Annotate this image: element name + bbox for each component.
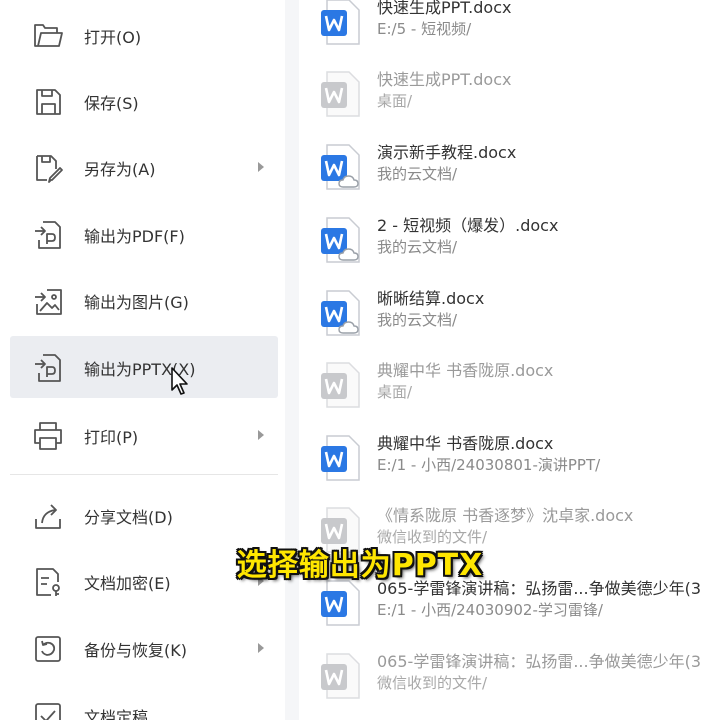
menu-item-label: 输出为图片(G) [84,293,189,312]
file-path: 我的云文档/ [377,311,458,329]
file-path: E:/1 - 小西/24030801-演讲PPT/ [377,456,601,474]
list-item[interactable]: 晰晰结算.docx 我的云文档/ [299,285,720,358]
menu-item-label: 文档定稿 [84,708,149,720]
mouse-cursor-icon [170,366,190,398]
menu-item-export-image[interactable]: 输出为图片(G) [10,269,278,331]
list-item[interactable]: 2 - 短视频（爆发）.docx 我的云文档/ [299,212,720,285]
word-doc-icon [319,434,363,482]
menu-item-label: 备份与恢复(K) [84,641,187,660]
file-menu: 打开(O) 保存(S) 另存为(A) 输出为PDF(F) 输出为图片(G) 输出… [0,0,285,720]
list-item[interactable]: 065-学雷锋演讲稿：弘扬雷...争做美德少年(3 微信收到的文件/ [299,648,720,720]
menu-item-backup-restore[interactable]: 备份与恢复(K) [10,617,278,679]
menu-item-print[interactable]: 打印(P) [10,404,278,466]
cloud-word-doc-icon [319,216,363,264]
menu-item-label: 另存为(A) [84,160,156,179]
menu-item-save-as[interactable]: 另存为(A) [10,136,278,198]
file-name: 《情系陇原 书香逐梦》沈卓家.docx [377,506,634,525]
file-name: 065-学雷锋演讲稿：弘扬雷...争做美德少年(3 [377,652,701,671]
finalize-icon [31,699,65,720]
word-doc-icon [319,579,363,627]
menu-item-export-pptx[interactable]: 输出为PPTX(X) [10,336,278,398]
file-path: E:/1 - 小西/24030902-学习雷锋/ [377,601,603,619]
file-path: 桌面/ [377,383,413,401]
menu-item-label: 打印(P) [84,428,139,447]
file-name: 晰晰结算.docx [377,289,485,308]
menu-item-label: 输出为PDF(F) [84,227,185,246]
backup-restore-icon [31,632,65,666]
file-path: 我的云文档/ [377,238,458,256]
list-item[interactable]: 演示新手教程.docx 我的云文档/ [299,139,720,212]
file-name: 演示新手教程.docx [377,143,517,162]
share-icon [31,499,65,533]
menu-item-open[interactable]: 打开(O) [10,4,278,66]
printer-icon [31,419,65,453]
file-name: 2 - 短视频（爆发）.docx [377,216,559,235]
menu-item-label: 保存(S) [84,94,139,113]
export-pdf-icon [31,218,65,252]
missing-doc-icon [319,70,363,118]
missing-doc-icon [319,361,363,409]
list-item[interactable]: 典耀中华 书香陇原.docx E:/1 - 小西/24030801-演讲PPT/ [299,430,720,503]
folder-open-icon [31,19,65,53]
file-name: 快速生成PPT.docx [377,0,512,17]
video-caption: 选择输出为PPTX [0,540,720,584]
missing-doc-icon [319,652,363,700]
recent-files-list: 快速生成PPT.docx E:/5 - 短视频/ 快速生成PPT.docx 桌面… [299,0,720,720]
file-path: 桌面/ [377,92,413,110]
menu-item-export-pdf[interactable]: 输出为PDF(F) [10,203,278,265]
menu-divider [10,474,278,475]
caption-text: 选择输出为PPTX [236,548,484,583]
file-path: 微信收到的文件/ [377,674,488,692]
cloud-word-doc-icon [319,143,363,191]
file-name: 快速生成PPT.docx [377,70,512,89]
menu-item-label: 打开(O) [84,28,142,47]
cloud-word-doc-icon [319,289,363,337]
file-path: E:/5 - 短视频/ [377,20,472,38]
list-item[interactable]: 快速生成PPT.docx 桌面/ [299,66,720,139]
export-pptx-icon [31,351,65,385]
save-as-icon [31,151,65,185]
menu-item-save[interactable]: 保存(S) [10,70,278,132]
file-name: 典耀中华 书香陇原.docx [377,434,554,453]
list-item[interactable]: 典耀中华 书香陇原.docx 桌面/ [299,357,720,430]
menu-item-label: 分享文档(D) [84,508,173,527]
file-path: 我的云文档/ [377,165,458,183]
export-image-icon [31,284,65,318]
submenu-arrow-icon [258,162,264,172]
word-doc-icon [319,0,363,46]
list-item[interactable]: 快速生成PPT.docx E:/5 - 短视频/ [299,0,720,67]
submenu-arrow-icon [258,643,264,653]
save-icon [31,85,65,119]
panel-gutter [285,0,299,720]
menu-item-finalize[interactable]: 文档定稿 [10,684,278,720]
submenu-arrow-icon [258,430,264,440]
file-name: 典耀中华 书香陇原.docx [377,361,554,380]
list-item[interactable]: 065-学雷锋演讲稿：弘扬雷...争做美德少年(3 E:/1 - 小西/2403… [299,575,720,648]
menu-item-share[interactable]: 分享文档(D) [10,484,278,546]
